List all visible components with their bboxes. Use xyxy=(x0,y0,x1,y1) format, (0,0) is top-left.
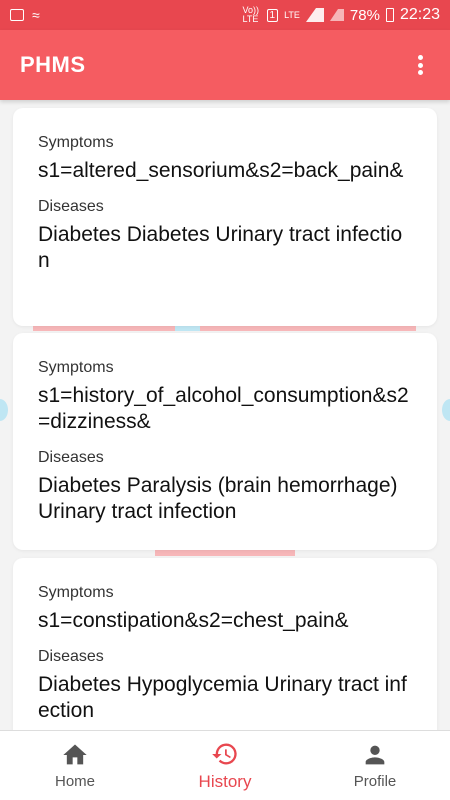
nav-profile[interactable]: Profile xyxy=(300,731,450,800)
decorative-shape xyxy=(0,399,8,421)
nav-history[interactable]: History xyxy=(150,731,300,800)
wifi-icon: ≈ xyxy=(32,7,40,23)
overflow-menu-icon[interactable] xyxy=(410,53,430,77)
symptoms-label: Symptoms xyxy=(38,134,114,151)
signal-icon xyxy=(305,8,324,22)
decorative-band xyxy=(155,549,295,556)
symptoms-value: s1=altered_sensorium&s2=back_pain& xyxy=(38,159,404,182)
nav-profile-label: Profile xyxy=(353,773,397,790)
diseases-label: Diseases xyxy=(38,648,104,665)
history-list[interactable]: Symptoms s1=altered_sensorium&s2=back_pa… xyxy=(0,100,450,730)
symptoms-value: s1=history_of_alcohol_consumption&s2=diz… xyxy=(38,384,409,433)
nav-home-label: Home xyxy=(54,773,95,790)
history-card[interactable]: Symptoms s1=constipation&s2=chest_pain& … xyxy=(13,558,437,730)
status-bar: ≈ Vo)) LTE 1 LTE 78% 22:23 xyxy=(0,0,450,30)
symptoms-label: Symptoms xyxy=(38,359,114,376)
diseases-label: Diseases xyxy=(38,198,104,215)
history-card[interactable]: Symptoms s1=altered_sensorium&s2=back_pa… xyxy=(13,108,437,326)
symptoms-label: Symptoms xyxy=(38,584,114,601)
diseases-label: Diseases xyxy=(38,449,104,466)
diseases-value: Diabetes Diabetes Urinary tract infectio… xyxy=(38,223,403,272)
nav-history-label: History xyxy=(198,771,252,791)
diseases-value: Diabetes Hypoglycemia Urinary tract infe… xyxy=(38,673,407,722)
battery-percent: 78% xyxy=(349,6,380,24)
app-title: PHMS xyxy=(20,52,86,77)
bottom-navigation: Home History Profile xyxy=(0,730,450,800)
clock: 22:23 xyxy=(399,6,440,23)
symptoms-value: s1=constipation&s2=chest_pain& xyxy=(38,609,349,632)
decorative-shape xyxy=(442,399,450,421)
history-icon xyxy=(212,743,237,764)
lte-indicator: LTE xyxy=(284,9,300,20)
battery-icon xyxy=(385,8,394,22)
image-notification-icon xyxy=(10,9,24,21)
sim-indicator: 1 xyxy=(266,8,279,22)
signal-secondary-icon xyxy=(329,9,344,21)
nav-home[interactable]: Home xyxy=(0,731,150,800)
diseases-value: Diabetes Paralysis (brain hemorrhage) Ur… xyxy=(38,474,398,523)
volte-indicator: Vo)) LTE xyxy=(242,5,260,24)
home-icon xyxy=(63,744,87,765)
app-bar: PHMS xyxy=(0,30,450,100)
history-card[interactable]: Symptoms s1=history_of_alcohol_consumpti… xyxy=(13,333,437,550)
person-icon xyxy=(365,745,385,765)
